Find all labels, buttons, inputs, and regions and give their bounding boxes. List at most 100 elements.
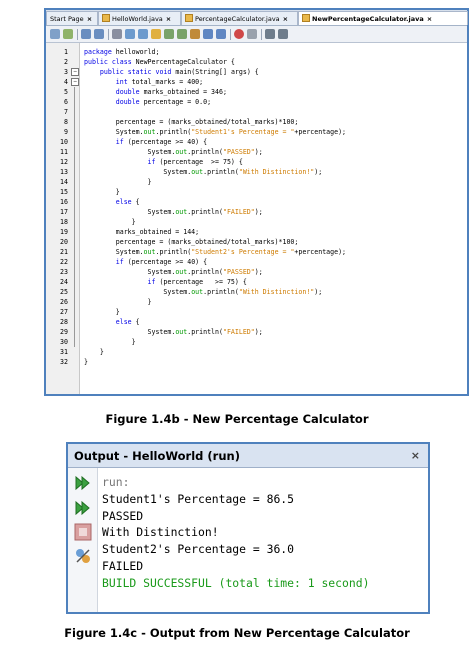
- fold-collapse-icon[interactable]: −: [71, 68, 79, 76]
- code-line: percentage = (marks_obtained/total_marks…: [84, 237, 299, 247]
- code-field: out: [143, 128, 156, 136]
- code-line: }: [84, 297, 152, 307]
- editor-tab[interactable]: HelloWorld.java ×: [98, 11, 181, 25]
- code-line: }: [84, 307, 120, 317]
- tab-close-icon[interactable]: ×: [166, 15, 171, 23]
- fold-collapse-icon[interactable]: −: [71, 78, 79, 86]
- code-text: System.: [84, 268, 176, 276]
- code-string: "Student1's Percentage = ": [191, 128, 295, 136]
- rerun-with-params-icon[interactable]: [74, 499, 92, 517]
- code-line: System.out.println("FAILED");: [84, 327, 263, 337]
- code-text: {: [131, 198, 140, 206]
- code-text: );: [314, 288, 323, 296]
- line-number: 21: [60, 248, 68, 256]
- back-icon[interactable]: [81, 29, 91, 39]
- java-file-icon: [102, 14, 110, 22]
- code-line: System.out.println("With Distinction!");: [84, 167, 322, 177]
- code-text: percentage = (marks_obtained/total_marks…: [84, 118, 299, 126]
- line-number: 26: [60, 298, 68, 306]
- code-area[interactable]: package helloworld; public class NewPerce…: [80, 43, 467, 394]
- line-number: 19: [60, 228, 68, 236]
- code-keyword: package: [84, 48, 112, 56]
- stop-icon[interactable]: [74, 523, 92, 541]
- code-text: .println(: [187, 268, 223, 276]
- code-line: package helloworld;: [84, 47, 159, 57]
- code-text: +percentage);: [294, 248, 347, 256]
- toggle-highlight-icon[interactable]: [151, 29, 161, 39]
- code-keyword: public: [84, 58, 108, 66]
- find-prev-icon[interactable]: [125, 29, 135, 39]
- source-view-icon[interactable]: [50, 29, 60, 39]
- code-line: if (percentage >= 40) {: [84, 257, 207, 267]
- figure-caption-editor: Figure 1.4b - New Percentage Calculator: [105, 412, 369, 426]
- code-line: }: [84, 217, 136, 227]
- code-text: }: [84, 338, 136, 346]
- editor-tab-label: PercentageCalculator.java: [195, 15, 280, 23]
- shift-right-icon[interactable]: [216, 29, 226, 39]
- code-line: }: [84, 187, 120, 197]
- code-text: System.: [84, 288, 192, 296]
- figure-caption-output: Figure 1.4c - Output from New Percentage…: [64, 626, 410, 640]
- rerun-icon[interactable]: [74, 474, 92, 492]
- code-field: out: [175, 268, 188, 276]
- code-line: if (percentage >= 40) {: [84, 137, 207, 147]
- editor-tab-label: HelloWorld.java: [112, 15, 163, 23]
- code-text: .println(: [187, 208, 223, 216]
- stop-macro-icon[interactable]: [247, 29, 257, 39]
- code-text: (percentage >= 40) {: [123, 138, 208, 146]
- code-string: "PASSED": [222, 148, 255, 156]
- next-bookmark-icon[interactable]: [177, 29, 187, 39]
- output-window: Output - HelloWorld (run) × run: Student1…: [66, 442, 430, 614]
- code-line: }: [84, 357, 88, 367]
- code-text: (percentage >= 40) {: [123, 258, 208, 266]
- prev-bookmark-icon[interactable]: [164, 29, 174, 39]
- code-field: out: [143, 248, 156, 256]
- editor-tab-label: Start Page: [50, 15, 84, 23]
- code-text: System.: [84, 328, 176, 336]
- code-keyword: double: [115, 98, 140, 106]
- line-number: 28: [60, 318, 68, 326]
- editor-tab[interactable]: Start Page ×: [46, 11, 98, 25]
- code-line: double percentage = 0.0;: [84, 97, 211, 107]
- code-keyword: if: [115, 138, 124, 146]
- code-line: }: [84, 177, 152, 187]
- start-macro-icon[interactable]: [234, 29, 244, 39]
- editor-tab[interactable]: PercentageCalculator.java ×: [181, 11, 298, 25]
- toggle-bookmark-icon[interactable]: [190, 29, 200, 39]
- output-line: With Distinction!: [102, 525, 219, 540]
- code-string: "With Distinction!": [238, 168, 315, 176]
- code-text: }: [84, 218, 136, 226]
- output-close-icon[interactable]: ×: [411, 444, 420, 468]
- code-line: System.out.println("Student1's Percentag…: [84, 127, 346, 137]
- code-text: .println(: [187, 148, 223, 156]
- line-number: 20: [60, 238, 68, 246]
- history-icon[interactable]: [63, 29, 73, 39]
- code-field: out: [175, 208, 188, 216]
- code-field: out: [175, 328, 188, 336]
- code-text: .println(: [203, 288, 239, 296]
- line-number: 14: [60, 178, 68, 186]
- comment-icon[interactable]: [265, 29, 275, 39]
- find-next-icon[interactable]: [138, 29, 148, 39]
- code-line: System.out.println("PASSED");: [84, 267, 263, 277]
- shift-left-icon[interactable]: [203, 29, 213, 39]
- code-text: );: [254, 268, 263, 276]
- uncomment-icon[interactable]: [278, 29, 288, 39]
- code-text: );: [254, 208, 263, 216]
- settings-icon[interactable]: [74, 547, 92, 565]
- line-number: 31: [60, 348, 68, 356]
- code-string: "Student2's Percentage = ": [191, 248, 295, 256]
- find-icon[interactable]: [112, 29, 122, 39]
- editor-tab[interactable]: NewPercentageCalculator.java ×: [298, 11, 468, 25]
- tab-close-icon[interactable]: ×: [87, 15, 92, 23]
- code-text: System.: [84, 168, 192, 176]
- code-text: .println(: [187, 328, 223, 336]
- line-number: 5: [64, 88, 68, 96]
- tab-close-icon[interactable]: ×: [427, 15, 432, 23]
- forward-icon[interactable]: [94, 29, 104, 39]
- tab-close-icon[interactable]: ×: [283, 15, 288, 23]
